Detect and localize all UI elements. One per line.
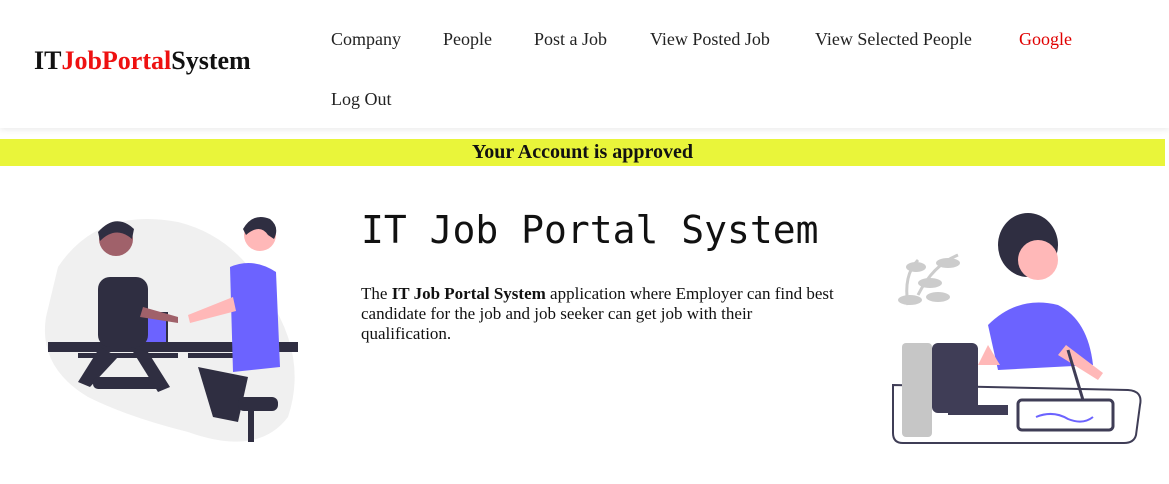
- hero-desc-bold: IT Job Portal System: [391, 284, 546, 303]
- nav-people-link[interactable]: People: [443, 29, 492, 50]
- nav-post-job-link[interactable]: Post a Job: [534, 29, 607, 50]
- brand-part-it: IT: [34, 46, 62, 75]
- brand-part-system: System: [171, 46, 251, 75]
- top-navbar: ITJobPortalSystem Company People Post a …: [0, 0, 1169, 128]
- designer-at-desk-illustration-icon: [888, 205, 1148, 455]
- site-logo[interactable]: ITJobPortalSystem: [34, 46, 251, 76]
- handshake-illustration-icon: [38, 207, 308, 452]
- nav-view-posted-job-link[interactable]: View Posted Job: [650, 29, 770, 50]
- nav-logout-link[interactable]: Log Out: [331, 89, 392, 110]
- hero-desc-prefix: The: [361, 284, 392, 303]
- nav-view-selected-people-link[interactable]: View Selected People: [815, 29, 972, 50]
- hero-description: The IT Job Portal System application whe…: [361, 284, 841, 344]
- hero-title: IT Job Portal System: [361, 208, 819, 252]
- brand-part-jobportal: JobPortal: [61, 46, 172, 75]
- nav-company-link[interactable]: Company: [331, 29, 401, 50]
- nav-google-link[interactable]: Google: [1019, 29, 1072, 50]
- approval-banner: Your Account is approved: [0, 139, 1165, 166]
